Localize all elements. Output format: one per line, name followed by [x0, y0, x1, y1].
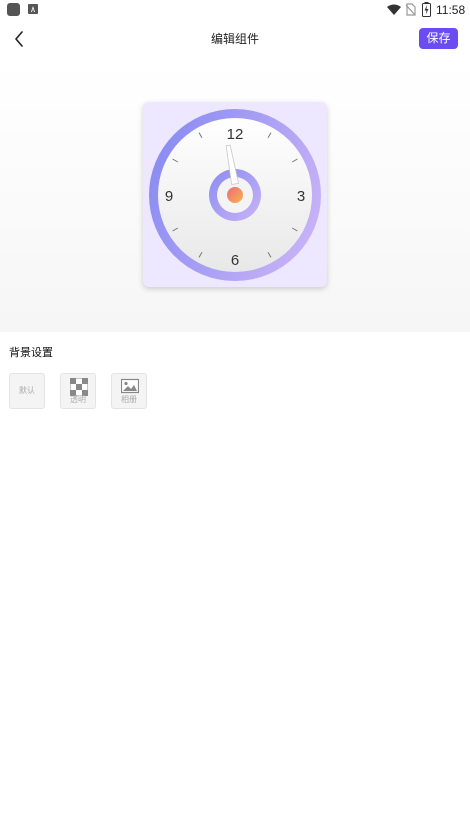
- bg-option-label: 相册: [121, 395, 137, 404]
- bg-option-transparent[interactable]: 透明: [60, 373, 96, 409]
- status-bar: 11:58: [0, 0, 470, 20]
- analog-clock: 12 3 6 9: [149, 109, 321, 281]
- status-time: 11:58: [436, 3, 466, 17]
- numeral-9: 9: [165, 188, 173, 205]
- background-settings-title: 背景设置: [9, 346, 53, 359]
- numeral-12: 12: [227, 126, 244, 143]
- app-icon: [7, 3, 20, 16]
- checkerboard-icon: [70, 378, 88, 396]
- bg-option-default[interactable]: 默认: [9, 373, 45, 409]
- bg-option-album[interactable]: 相册: [111, 373, 147, 409]
- numeral-6: 6: [231, 252, 239, 269]
- bg-option-label: 透明: [70, 395, 86, 404]
- numeral-3: 3: [297, 188, 305, 205]
- bg-option-label: 默认: [19, 386, 35, 395]
- wifi-icon: [387, 4, 401, 15]
- battery-charging-icon: [422, 2, 431, 17]
- clock-center-dot: [227, 187, 243, 203]
- image-icon: [121, 378, 139, 394]
- save-button[interactable]: 保存: [419, 28, 458, 49]
- header: 编辑组件 保存: [0, 20, 470, 60]
- text-icon: [28, 4, 38, 14]
- page-title: 编辑组件: [210, 32, 259, 46]
- no-sim-icon: [405, 3, 416, 16]
- widget-preview: 12 3 6 9: [0, 60, 470, 332]
- clock-widget-card[interactable]: 12 3 6 9: [143, 102, 327, 287]
